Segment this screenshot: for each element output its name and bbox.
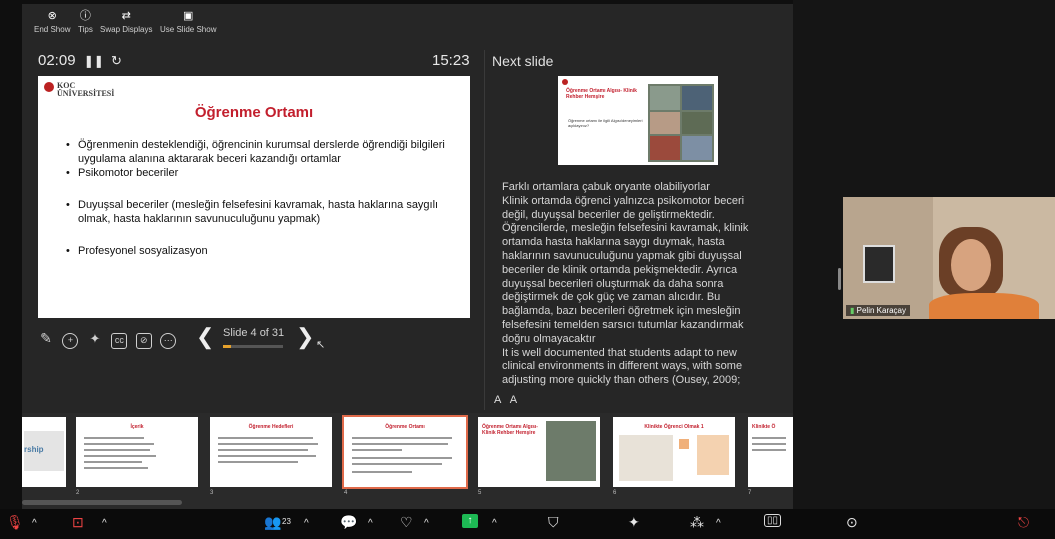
university-logo: KOC ÜNİVERSİTESİ [44,82,114,98]
slide-thumbnail[interactable]: İçerik [76,417,198,487]
swap-displays-button[interactable]: ⇄ Swap Displays [100,10,152,34]
wall-picture [863,245,895,283]
slide-thumbnail-partial[interactable]: Klinikte Ö [748,417,793,487]
next-slide-label: Next slide [492,53,554,69]
slide-title: Öğrenme Ortamı [194,104,314,121]
leave-icon[interactable]: ⎋ [1018,514,1029,531]
pause-icon[interactable]: ❚❚ [84,54,104,68]
thumbnail-number: 7 [748,490,752,496]
slide-thumbnail-partial[interactable]: rship [22,417,66,487]
decrease-font-button[interactable]: A [510,394,517,406]
chevron-up-icon[interactable]: ^ [304,518,309,529]
participant-name-label: ▮ Pelin Karaçay [846,305,910,316]
slide-bullets: Öğrenmenin desteklendiği, öğrencinin kur… [66,138,461,258]
meeting-controls-bar [0,509,1055,539]
slide-thumbnail[interactable]: Öğrenme Hedefleri [210,417,332,487]
more-options-icon[interactable]: ⋯ [160,333,177,349]
participants-icon[interactable]: 👥 [264,514,281,531]
more-icon[interactable]: ⊙ [846,514,858,531]
pointer-icon[interactable]: ✦ [87,331,103,347]
slide-bullet: Duyuşsal beceriler (mesleğin felsefesini… [66,198,461,226]
elapsed-timer: 02:09 ❚❚ ↻ [38,52,122,69]
current-slide: KOCÜNİVERSİTESİ Öğrenme Ortamı Öğrenmeni… [38,76,470,318]
logo-mark-icon [562,79,568,85]
thumbnail-number: 6 [613,490,617,496]
reactions-icon[interactable]: ♡ [400,514,413,531]
participant-face [951,239,991,291]
reset-icon[interactable]: ↻ [111,53,122,68]
next-slide-button[interactable]: ❯ [296,324,314,350]
chevron-up-icon[interactable]: ^ [716,518,721,529]
slide-bullet: Öğrenmenin desteklendiği, öğrencinin kur… [66,138,461,166]
video-off-icon[interactable]: ⊡ [72,514,84,531]
slide-progress [223,345,283,348]
previous-slide-button[interactable]: ❮ [196,324,214,350]
participant-video[interactable] [843,197,1055,319]
info-icon: ⓘ [79,10,91,22]
sparkle-icon[interactable]: ✦ [628,514,640,531]
speaker-notes[interactable]: Farklı ortamlara çabuk oryante olabiliyo… [502,181,762,386]
chevron-up-icon[interactable]: ^ [492,518,497,529]
notes-font-controls: A A [494,394,517,406]
shield-icon[interactable]: ⛉ [548,514,559,531]
slide-thumbnail-current[interactable]: Öğrenme Ortamı [342,415,468,489]
slide-counter: Slide 4 of 31 [223,327,285,339]
logo-mark-icon [44,82,54,92]
slide-bullet: Psikomotor beceriler [66,166,461,180]
photo-collage [648,84,714,162]
pane-divider [484,50,485,410]
end-show-button[interactable]: ⊗ End Show [34,10,70,34]
chevron-up-icon[interactable]: ^ [102,518,107,529]
chevron-up-icon[interactable]: ^ [368,518,373,529]
next-slide-preview[interactable]: Öğrenme Ortamı Algısı- Klinik Rehber Hem… [558,76,718,165]
clock: 15:23 [432,52,470,69]
swap-icon: ⇄ [121,10,131,22]
camera-off-icon[interactable]: ⊘ [135,333,152,349]
slide-progress-fill [223,345,231,348]
timer-value: 02:09 [38,52,76,69]
participant-shirt [929,293,1039,319]
use-slide-show-button[interactable]: ▣ Use Slide Show [160,10,216,34]
next-slide-title: Öğrenme Ortamı Algısı- Klinik Rehber Hem… [566,88,637,100]
slide-bullet: Profesyonel sosyalizasyon [66,244,461,258]
zoom-icon[interactable]: + [62,333,79,349]
pen-icon[interactable]: ✎ [38,330,54,346]
thumbnail-number: 5 [478,490,482,496]
mouse-cursor-icon: ↖ [316,339,326,351]
slide-thumbnail[interactable]: Öğrenme Ortamı Algısı- Klinik Rehber Hem… [478,417,600,487]
thumbnail-number: 3 [210,490,214,496]
next-slide-bullet: Öğrenme ortamı ile ilgili Algısı/deneyim… [568,118,643,128]
signal-icon: ▮ [850,306,855,315]
thumbnail-scrollbar[interactable] [22,500,182,505]
chat-icon[interactable]: 💬 [340,514,357,531]
increase-font-button[interactable]: A [494,394,501,406]
layout-icon[interactable]: ▯▯ [764,514,782,527]
thumbnail-number: 2 [76,490,80,496]
mic-muted-icon[interactable]: 🎙 [6,514,24,531]
share-screen-icon[interactable]: ↑ [462,514,478,528]
apps-icon[interactable]: ⁂ [690,514,704,531]
chevron-up-icon[interactable]: ^ [424,518,429,529]
presenter-tools: ✎ + ✦ cc ⊘ ⋯ [38,330,180,350]
slideshow-icon: ▣ [183,10,194,22]
slide-thumbnail[interactable]: Klinikte Öğrenci Olmak 1 [613,417,735,487]
close-circle-icon: ⊗ [47,10,57,22]
subtitles-icon[interactable]: cc [111,333,128,349]
video-resize-handle[interactable] [838,268,841,290]
tips-button[interactable]: ⓘ Tips [78,10,93,34]
thumbnail-number: 4 [344,490,348,496]
participants-count: 23 [282,517,291,526]
chevron-up-icon[interactable]: ^ [32,518,37,529]
